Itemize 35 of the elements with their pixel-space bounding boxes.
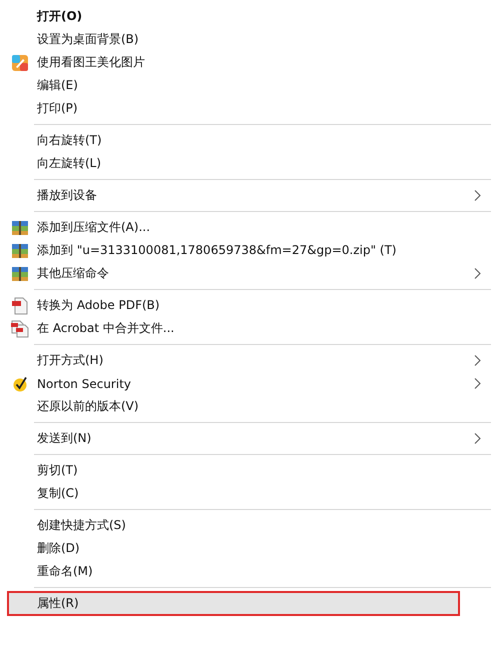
menu-item[interactable]: 打开(O) xyxy=(2,5,487,28)
menu-item[interactable]: 在 Acrobat 中合并文件... xyxy=(2,317,487,340)
menu-item[interactable]: 编辑(E) xyxy=(2,74,487,97)
paint-brush-icon xyxy=(12,54,28,70)
menu-item[interactable]: 重命名(M) xyxy=(2,560,487,583)
chevron-right-icon xyxy=(474,190,481,201)
documents-icon xyxy=(10,320,28,338)
menu-item[interactable]: Norton Security xyxy=(2,372,487,395)
menu-item[interactable]: 向右旋转(T) xyxy=(2,129,487,152)
menu-item[interactable]: 使用看图王美化图片 xyxy=(2,51,487,74)
menu-item[interactable]: 创建快捷方式(S) xyxy=(2,514,487,537)
chevron-right-icon xyxy=(474,433,481,444)
menu-item[interactable]: 打印(P) xyxy=(2,97,487,120)
chevron-right-icon xyxy=(474,355,481,366)
chevron-right-icon xyxy=(474,268,481,279)
menu-item[interactable]: 还原以前的版本(V) xyxy=(2,395,487,418)
check-circle-icon xyxy=(12,376,28,392)
menu-item[interactable]: 其他压缩命令 xyxy=(2,262,487,285)
menu-item[interactable]: 属性(R) xyxy=(8,592,459,615)
menu-item[interactable]: 发送到(N) xyxy=(2,427,487,450)
menu-item[interactable]: 设置为桌面背景(B) xyxy=(2,28,487,51)
chevron-right-icon xyxy=(474,378,481,389)
menu-item[interactable]: 打开方式(H) xyxy=(2,349,487,372)
archive-icon xyxy=(12,242,28,258)
menu-item[interactable]: 剪切(T) xyxy=(2,459,487,482)
menu-item[interactable]: 播放到设备 xyxy=(2,184,487,207)
menu-item[interactable]: 转换为 Adobe PDF(B) xyxy=(2,294,487,317)
document-icon xyxy=(12,296,28,314)
menu-item[interactable]: 删除(D) xyxy=(2,537,487,560)
menu-item[interactable]: 添加到压缩文件(A)... xyxy=(2,216,487,239)
menu-item[interactable]: 向左旋转(L) xyxy=(2,152,487,175)
menu-item[interactable]: 复制(C) xyxy=(2,482,487,505)
menu-item[interactable]: 添加到 "u=3133100081,1780659738&fm=27&gp=0.zip" (T) xyxy=(2,239,487,262)
archive-icon xyxy=(12,220,28,236)
archive-icon xyxy=(12,266,28,282)
